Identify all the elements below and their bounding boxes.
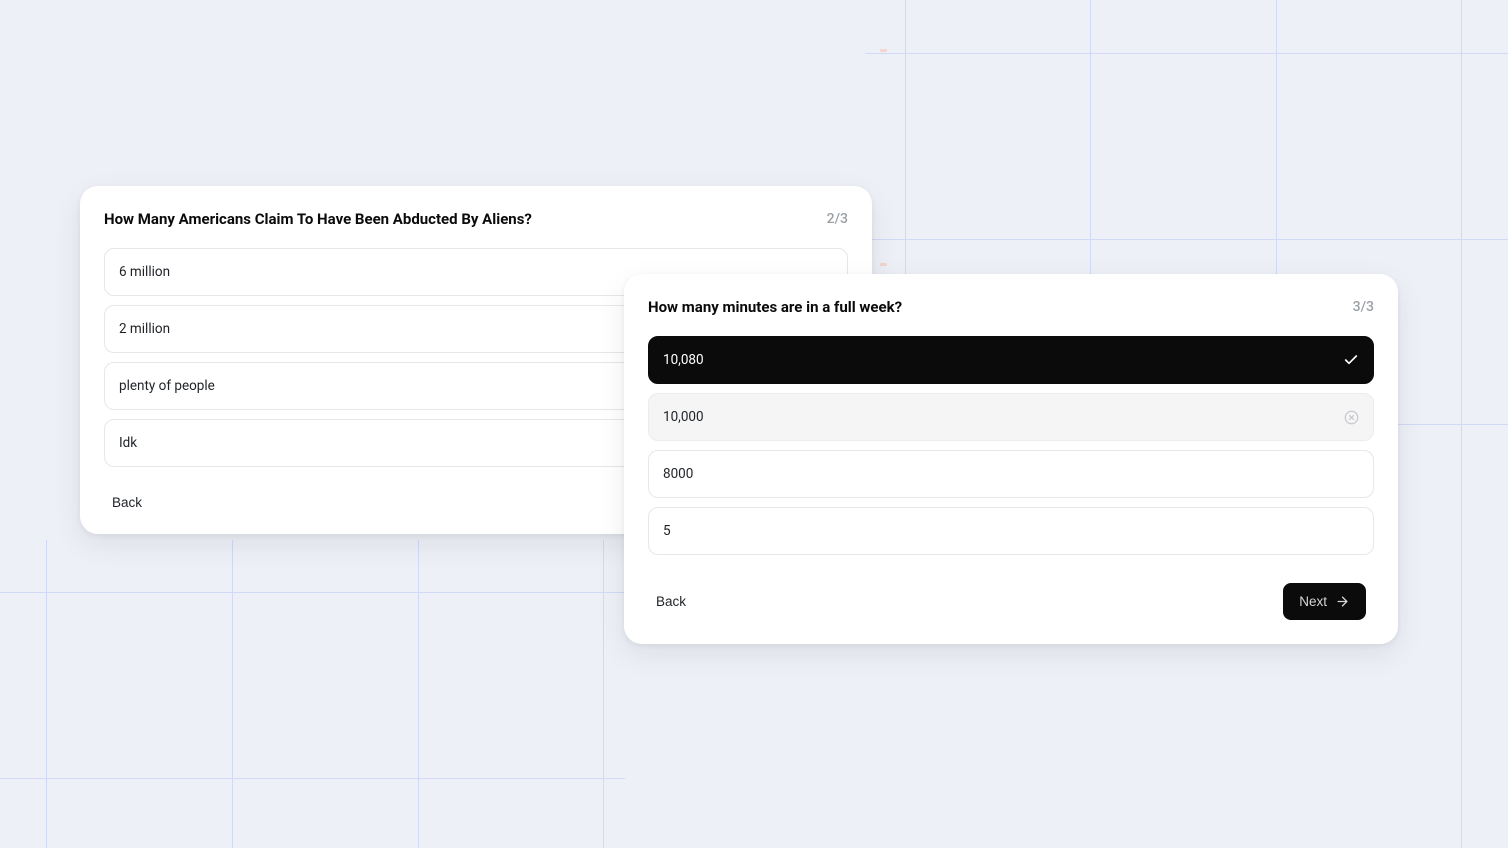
- back-button[interactable]: Back: [656, 594, 686, 609]
- answer-option-selected[interactable]: 10,080: [648, 336, 1374, 384]
- quiz-card-2: How many minutes are in a full week? 3/3…: [624, 274, 1398, 644]
- question-title: How Many Americans Claim To Have Been Ab…: [104, 210, 532, 228]
- answer-option[interactable]: 8000: [648, 450, 1374, 498]
- answer-option-label: Idk: [119, 435, 137, 451]
- back-button[interactable]: Back: [112, 495, 142, 510]
- answer-option-label: 8000: [663, 466, 693, 482]
- answer-option-muted[interactable]: 10,000: [648, 393, 1374, 441]
- step-counter: 3/3: [1353, 299, 1374, 315]
- step-counter: 2/3: [827, 211, 848, 227]
- answer-option-label: 10,080: [663, 352, 704, 368]
- close-circle-icon: [1344, 410, 1359, 425]
- nav-row: Back Next: [648, 583, 1374, 624]
- next-button-label: Next: [1299, 594, 1327, 609]
- arrow-right-icon: [1335, 594, 1350, 609]
- answer-option-label: 2 million: [119, 321, 170, 337]
- answer-option-label: 10,000: [663, 409, 704, 425]
- answer-option-label: 6 million: [119, 264, 170, 280]
- answer-option-label: 5: [663, 523, 671, 539]
- question-title: How many minutes are in a full week?: [648, 298, 902, 316]
- card-header: How many minutes are in a full week? 3/3: [648, 298, 1374, 316]
- answer-option[interactable]: 5: [648, 507, 1374, 555]
- next-button[interactable]: Next: [1283, 583, 1366, 620]
- card-header: How Many Americans Claim To Have Been Ab…: [104, 210, 848, 228]
- answer-option-label: plenty of people: [119, 378, 215, 394]
- check-icon: [1343, 352, 1359, 368]
